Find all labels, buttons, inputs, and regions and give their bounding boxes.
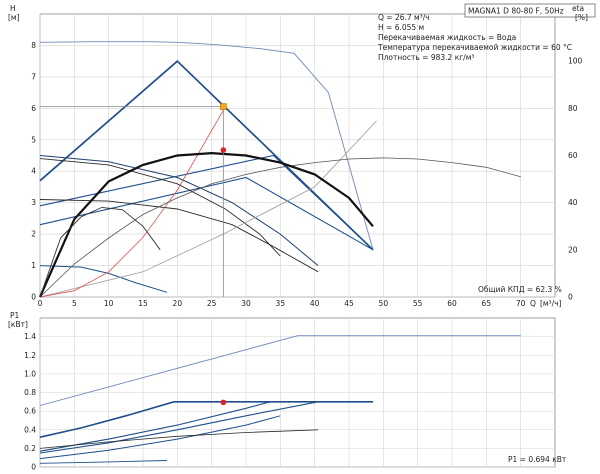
power-curve <box>39 415 281 460</box>
y-tick-label-head: 2 <box>31 230 36 239</box>
y-tick-label-head: 5 <box>31 135 36 144</box>
y-tick-label-head: 7 <box>31 72 36 81</box>
power-label: P1 = 0.694 кВт <box>508 455 567 464</box>
ticks: 0 5 10 15 20 25 30 35 40 45 50 55 60 65 70012345678020… <box>24 41 582 472</box>
x-tick-label: 65 <box>482 299 492 308</box>
y-tick-label-power: 0.6 <box>24 407 36 416</box>
y-tick-label-power: 1.4 <box>24 332 36 341</box>
y-tick-label-head: 1 <box>31 261 36 270</box>
x-tick-label: 0 <box>38 299 43 308</box>
efficiency-point-marker <box>220 147 227 153</box>
power-axis-unit: [кВт] <box>8 320 28 329</box>
info-temperature: Температура перекачиваемой жидкости = 60… <box>377 43 572 52</box>
x-axis-unit: [м³/ч] <box>540 299 562 308</box>
x-tick-label: 25 <box>207 299 217 308</box>
head-curve <box>39 120 377 298</box>
right-axis-unit: [%] <box>575 13 588 22</box>
y-tick-label-efficiency: 60 <box>568 151 578 160</box>
pump-curve-figure: 0 5 10 15 20 25 30 35 40 45 50 55 60 65 70012345678020… <box>8 3 596 472</box>
y-tick-label-head: 4 <box>31 167 36 176</box>
y-tick-label-efficiency: 20 <box>568 245 578 254</box>
duty-point-marker <box>220 103 227 110</box>
top-grid <box>39 13 556 298</box>
x-tick-label: 70 <box>516 299 526 308</box>
info-q: Q = 26.7 м³/ч <box>378 13 430 22</box>
right-axis-title: eta <box>572 4 584 13</box>
efficiency-label: Общий КПД = 62.3 % <box>478 285 562 294</box>
y-tick-label-power: 0.8 <box>24 388 36 397</box>
x-tick-label: 60 <box>447 299 457 308</box>
info-liquid: Перекачиваемая жидкость = Вода <box>378 33 516 42</box>
head-curve <box>39 106 226 298</box>
x-tick-label: 45 <box>344 299 354 308</box>
x-tick-label: 15 <box>138 299 148 308</box>
x-tick-label: 30 <box>241 299 251 308</box>
x-tick-label: 10 <box>104 299 114 308</box>
y-tick-label-head: 8 <box>31 41 36 50</box>
info-density: Плотность = 983.2 кг/м³ <box>378 53 474 62</box>
y-tick-label-efficiency: 40 <box>568 198 578 207</box>
y-tick-label-efficiency: 100 <box>568 57 583 66</box>
x-tick-label: 55 <box>413 299 423 308</box>
x-tick-label: 20 <box>173 299 183 308</box>
power-curve <box>39 400 373 438</box>
power-point-marker <box>220 399 227 406</box>
head-curve <box>39 41 374 250</box>
y-tick-label-power: 0.4 <box>24 425 36 434</box>
head-curve <box>39 176 374 251</box>
left-axis-unit: [м] <box>8 13 20 22</box>
efficiency-curve <box>38 151 374 298</box>
y-tick-label-efficiency: 80 <box>568 104 578 113</box>
x-tick-label: 40 <box>310 299 320 308</box>
y-tick-label-head: 3 <box>31 198 36 207</box>
power-curve <box>39 460 168 464</box>
y-tick-label-power: 1.0 <box>24 369 36 378</box>
y-tick-label-head: 6 <box>31 104 36 113</box>
x-tick-label: 35 <box>276 299 286 308</box>
y-tick-label-power: 0.2 <box>24 444 36 453</box>
info-h: H = 6.055 м <box>378 23 424 32</box>
x-tick-label: 50 <box>379 299 389 308</box>
left-axis-title: H <box>10 4 16 13</box>
x-axis-title: Q <box>530 299 536 308</box>
head-plot-frame <box>39 13 556 298</box>
power-axis-title: P1 <box>10 311 20 320</box>
y-tick-label-head: 0 <box>31 293 36 302</box>
y-tick-label-efficiency: 0 <box>568 293 573 302</box>
bottom-grid <box>39 317 556 468</box>
y-tick-label-power: 0 <box>31 463 36 472</box>
y-tick-label-power: 1.2 <box>24 351 36 360</box>
chart-title: MAGNA1 D 80-80 F, 50Hz <box>468 7 564 16</box>
x-tick-label: 5 <box>72 299 77 308</box>
